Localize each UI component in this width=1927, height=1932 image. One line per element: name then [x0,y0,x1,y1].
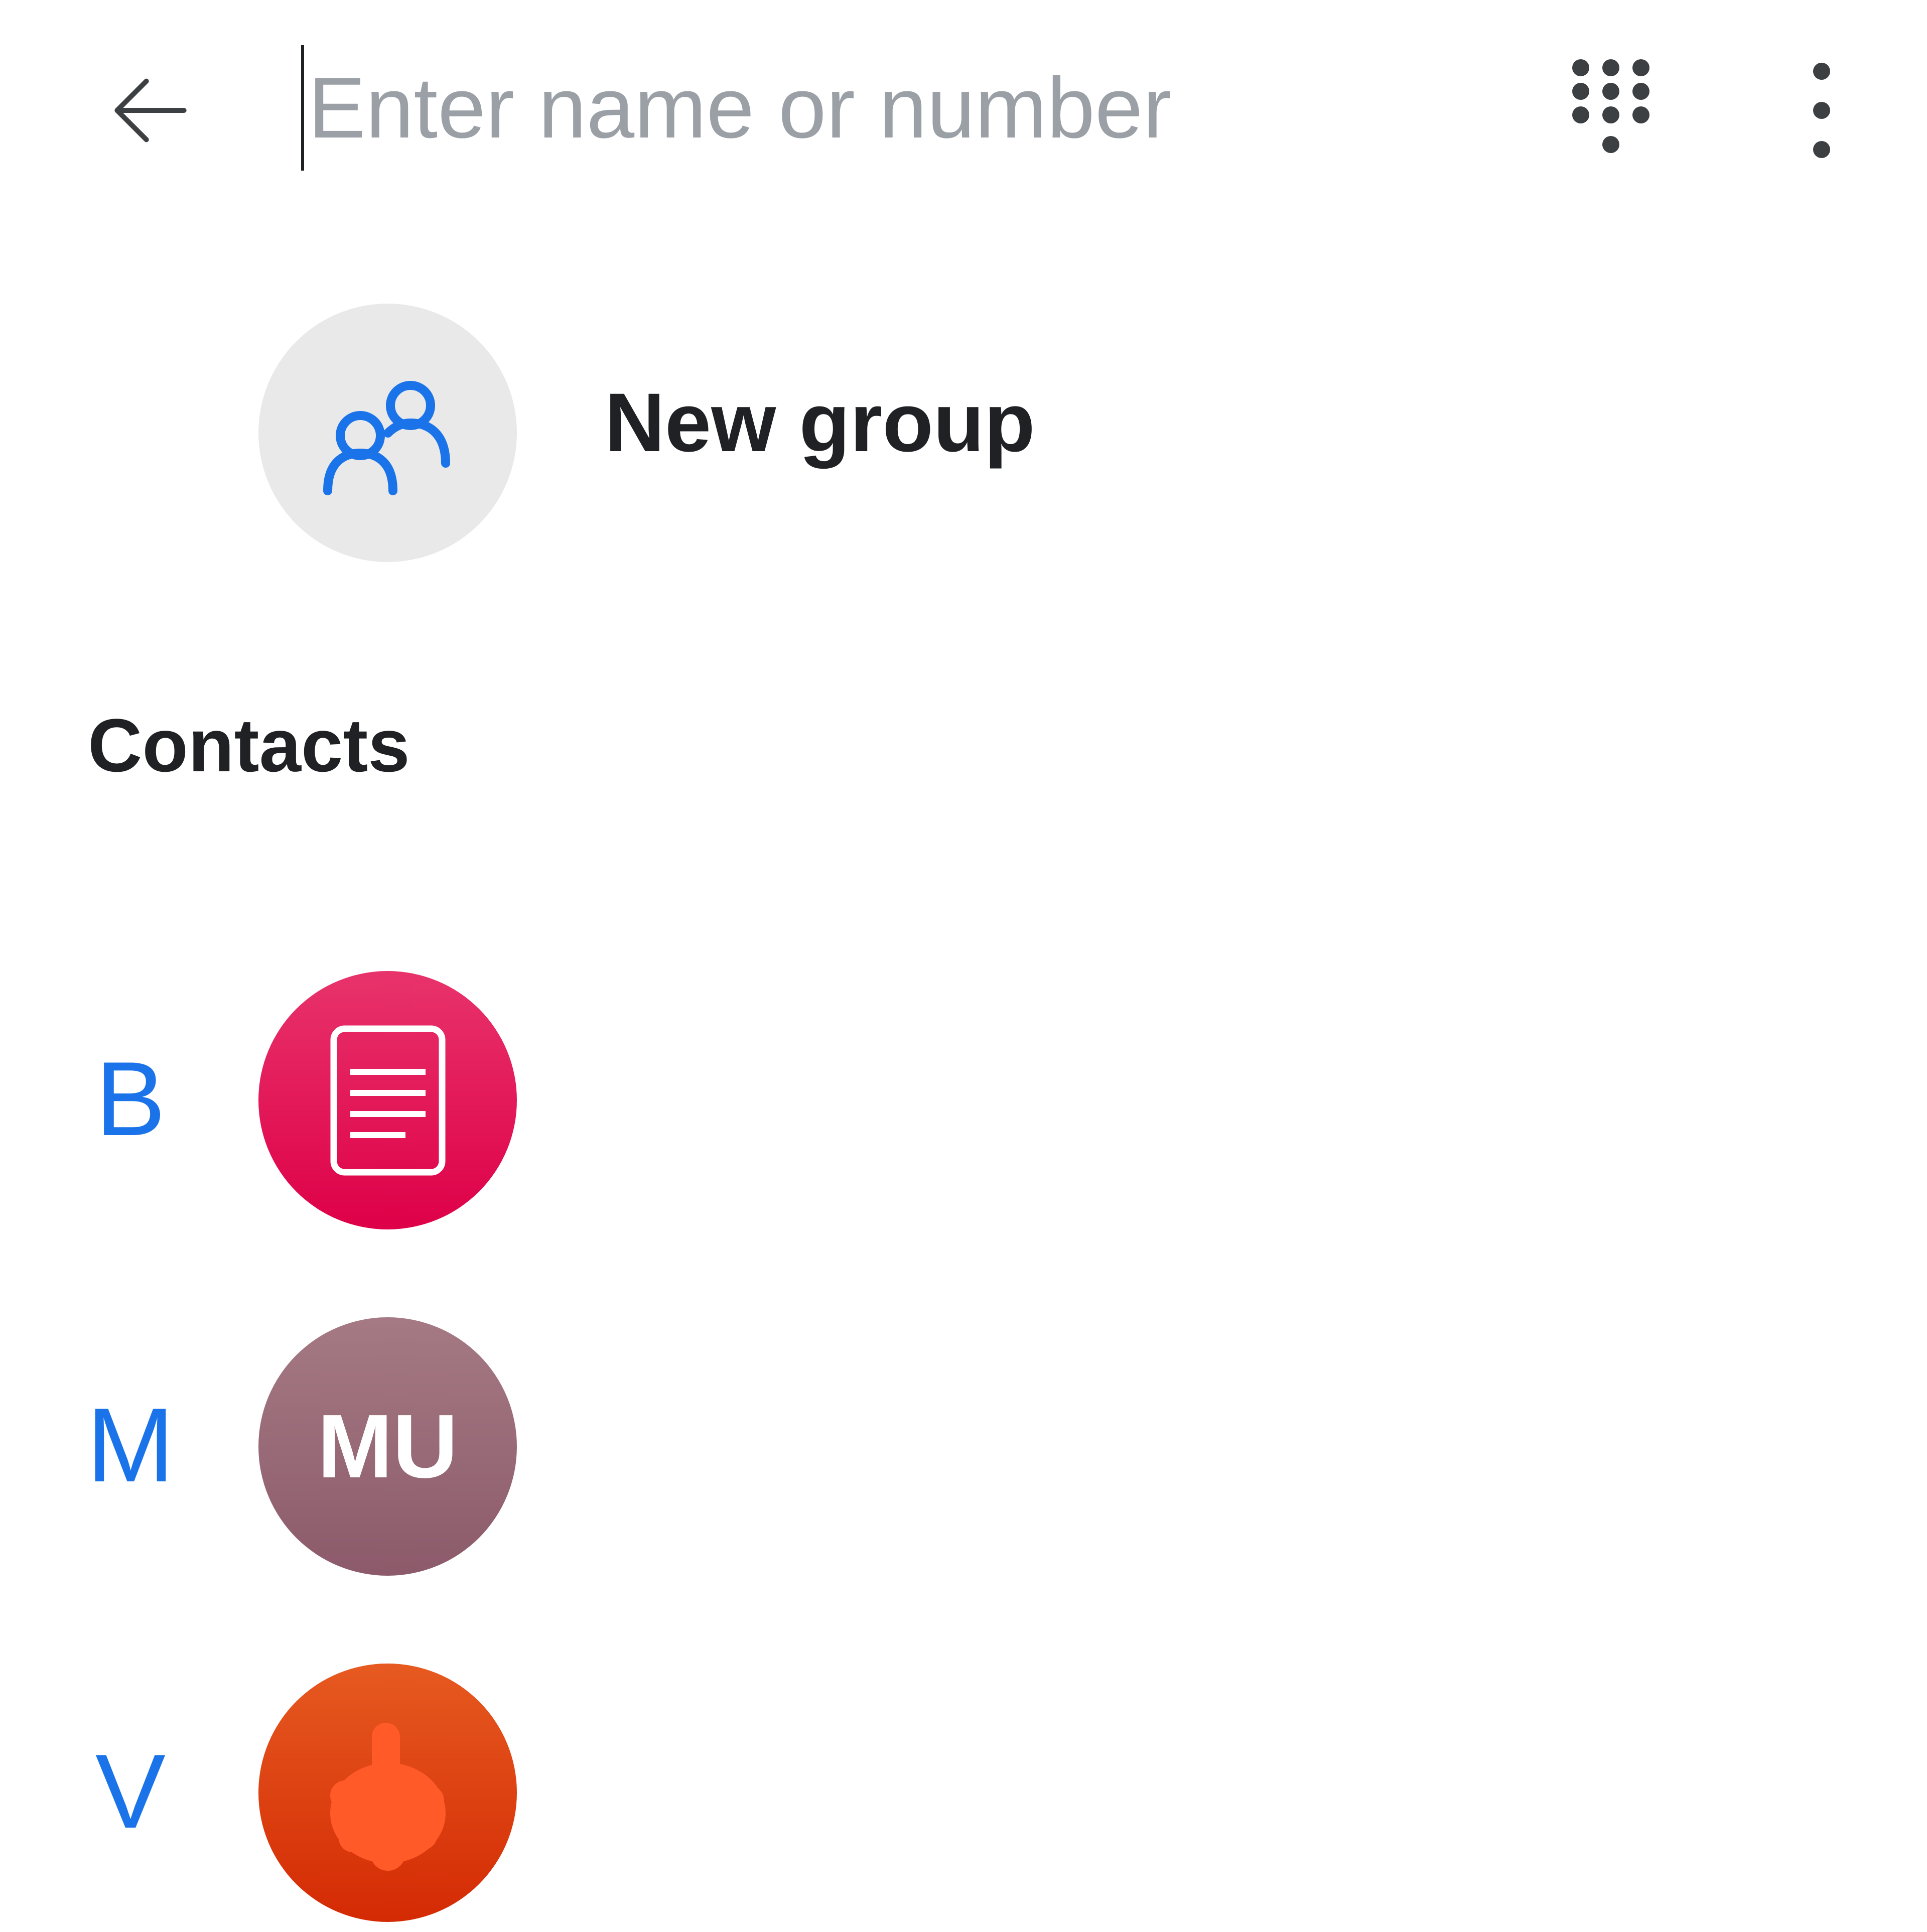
avatar-initials: MU [317,1396,458,1497]
contact-row[interactable]: M MU [0,1305,1927,1586]
index-letter: M [86,1386,175,1504]
contact-avatar [258,971,517,1229]
contact-row[interactable]: V [0,1651,1927,1932]
contact-avatar: MU [258,1317,517,1576]
index-letter: V [95,1732,166,1850]
group-icon [323,380,450,495]
document-icon [330,1025,445,1175]
contact-row[interactable]: B [0,958,1927,1239]
top-app-bar [0,0,1927,221]
photo-avatar-icon [330,1722,446,1871]
new-group-avatar [258,304,517,562]
dialpad-icon [1572,59,1649,153]
more-vert-icon [1813,63,1830,158]
new-group-label: New group [605,376,1035,469]
contacts-section-header: Contacts [88,703,410,787]
search-input[interactable] [301,45,1505,171]
new-group-row[interactable]: New group [0,281,1927,582]
index-letter: B [95,1040,166,1158]
search-field-wrapper [301,45,1505,171]
arrow-left-icon [114,78,187,143]
back-button[interactable] [85,45,216,176]
more-options-button[interactable] [1756,45,1887,176]
contact-avatar [258,1664,517,1922]
dialpad-button[interactable] [1546,45,1676,176]
